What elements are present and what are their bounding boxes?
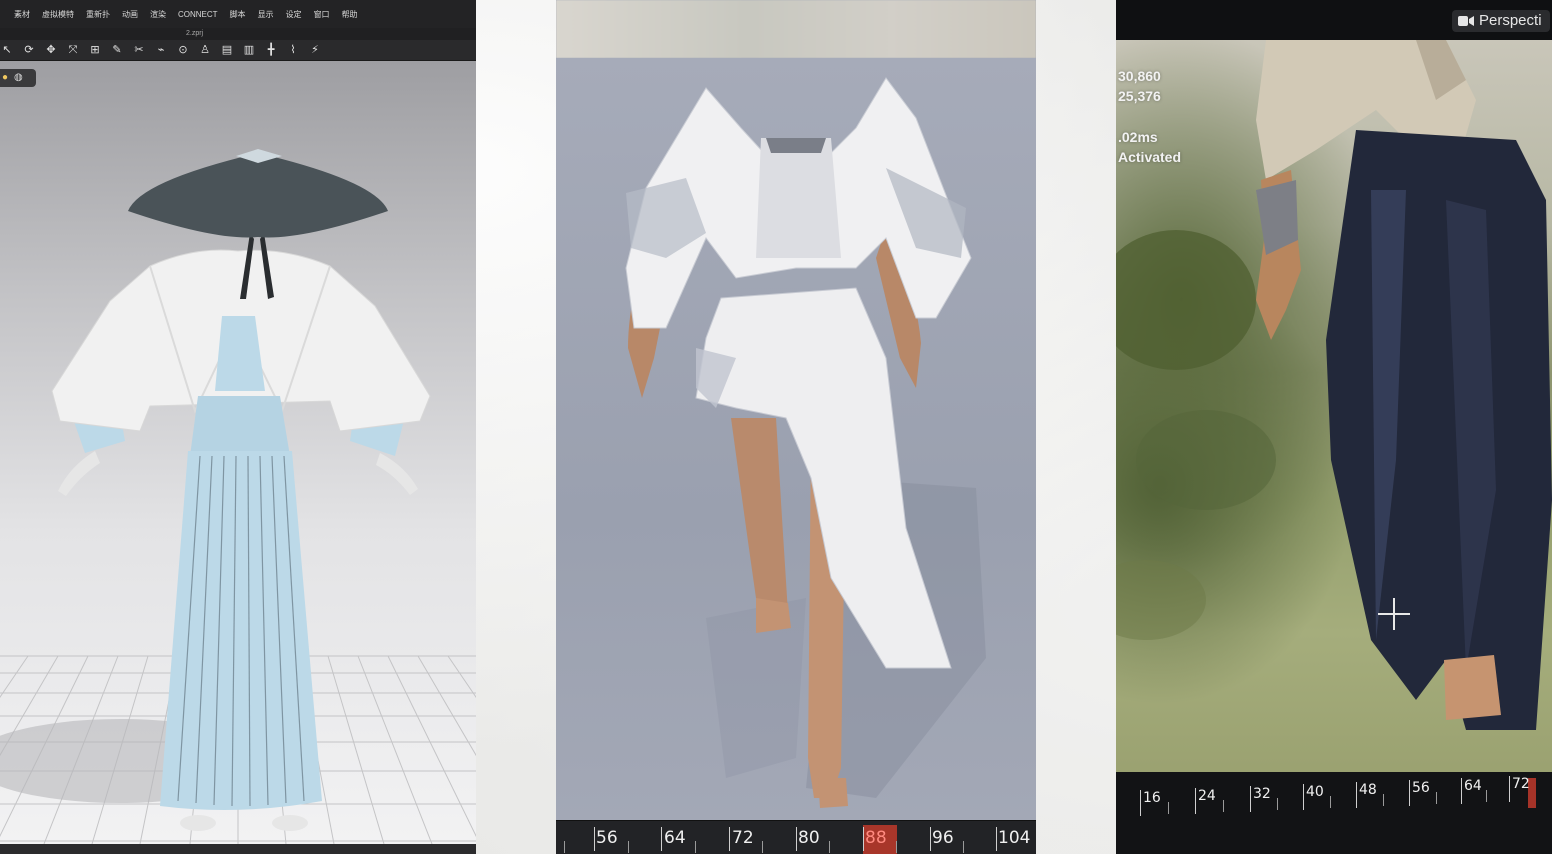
tick-minor — [963, 841, 964, 853]
fold-icon[interactable]: ⌁ — [154, 43, 168, 57]
view-mode-label: Perspecti — [1479, 12, 1542, 29]
timeline-label: 104 — [998, 828, 1031, 848]
tick-minor — [1436, 792, 1437, 804]
stat-line: .02ms — [1118, 129, 1158, 145]
move-icon[interactable]: ✥ — [44, 43, 58, 57]
view-mode-button[interactable]: Perspecti — [1452, 10, 1550, 32]
sim-timeline[interactable]: 56 64 72 80 88 96 104 — [556, 820, 1036, 854]
sim-scene[interactable] — [556, 58, 1036, 820]
viewport-toolbar: ● ◍ — [0, 69, 36, 87]
cloth-simulation-viewport: 56 64 72 80 88 96 104 — [556, 0, 1036, 854]
ar-capture-view: Perspecti 30,860 25,376 .02ms Activated … — [1116, 0, 1552, 854]
timeline-label: 56 — [1412, 780, 1430, 796]
tick-minor — [1330, 796, 1331, 808]
layout-icon[interactable]: ▥ — [242, 43, 256, 57]
tick-minor — [695, 841, 696, 853]
stat-line: Activated — [1118, 149, 1182, 165]
timeline-label: 72 — [732, 828, 754, 848]
timeline-label: 64 — [664, 828, 686, 848]
ar-scene[interactable] — [1116, 40, 1552, 780]
editor-menubar: 素材 虚拟模特 重新扑 动画 渲染 CONNECT 脚本 显示 设定 窗口 帮助 — [0, 0, 476, 28]
hakama-figure — [1116, 40, 1552, 730]
tick-minor — [1486, 790, 1487, 802]
garment-editor-window: 素材 虚拟模特 重新扑 动画 渲染 CONNECT 脚本 显示 设定 窗口 帮助… — [0, 0, 476, 854]
timeline-label-current: 88 — [865, 828, 887, 848]
3d-viewport[interactable]: ● ◍ — [0, 61, 476, 844]
ar-timeline[interactable]: 16 24 32 40 48 56 64 72 — [1116, 772, 1552, 854]
timeline-label: 40 — [1306, 784, 1324, 800]
menu-item-retopo[interactable]: 重新扑 — [80, 9, 116, 20]
tick-major — [796, 827, 797, 851]
ar-stats-overlay: 30,860 25,376 .02ms Activated — [1118, 66, 1181, 167]
avatar-light-icon[interactable]: ● — [2, 72, 8, 84]
menu-item-animation[interactable]: 动画 — [116, 9, 144, 20]
blurred-header — [556, 0, 1036, 58]
tick-major — [729, 827, 730, 851]
timeline-label: 96 — [932, 828, 954, 848]
segment-icon[interactable]: ▤ — [220, 43, 234, 57]
tick-major — [1250, 786, 1251, 812]
stat-line: 25,376 — [1118, 88, 1161, 104]
transform-icon[interactable]: ⤧ — [66, 43, 80, 57]
tick-major — [1195, 788, 1196, 814]
simulate-icon[interactable]: ⚡ — [308, 43, 322, 57]
timeline-label: 16 — [1143, 790, 1161, 806]
rotate-icon[interactable]: ⟳ — [22, 43, 36, 57]
tick-major — [1509, 776, 1510, 802]
walking-figure — [625, 77, 986, 808]
tick-major — [930, 827, 931, 851]
timeline-label: 56 — [596, 828, 618, 848]
tick-minor — [1223, 800, 1224, 812]
tick-major — [863, 827, 864, 851]
editor-status-strip — [0, 844, 476, 854]
tick-minor — [829, 841, 830, 853]
file-title: 2.zprj — [0, 28, 476, 40]
select-icon[interactable]: ↖ — [0, 43, 14, 57]
tick-minor — [896, 841, 897, 853]
editor-toolbar: ↖ ⟳ ✥ ⤧ ⊞ ✎ ✂ ⌁ ⊙ ♙ ▤ ▥ ╋ ⌇ ⚡ — [0, 40, 476, 61]
timeline-label: 64 — [1464, 778, 1482, 794]
avatar-icon[interactable]: ♙ — [198, 43, 212, 57]
camera-icon — [1458, 16, 1474, 26]
menu-item-help[interactable]: 帮助 — [336, 9, 364, 20]
tick-minor — [628, 841, 629, 853]
pin-icon[interactable]: ⊙ — [176, 43, 190, 57]
edit-pattern-icon[interactable]: ✎ — [110, 43, 124, 57]
tick-major — [1356, 782, 1357, 808]
render-sphere-icon[interactable]: ◍ — [14, 72, 23, 84]
tick-minor — [1383, 794, 1384, 806]
menu-item-render[interactable]: 渲染 — [144, 9, 172, 20]
stat-line: 30,860 — [1118, 68, 1161, 84]
tick-major — [594, 827, 595, 851]
tack-icon[interactable]: ⌇ — [286, 43, 300, 57]
avatar-scene — [0, 149, 476, 844]
stat-line — [1118, 106, 1181, 127]
timeline-label: 24 — [1198, 788, 1216, 804]
tick-minor — [1277, 798, 1278, 810]
tick-minor — [564, 841, 565, 853]
tick-major — [1140, 790, 1141, 816]
tick-minor — [762, 841, 763, 853]
grid-icon[interactable]: ⊞ — [88, 43, 102, 57]
menu-item-display[interactable]: 显示 — [252, 9, 280, 20]
menu-item-avatar[interactable]: 虚拟模特 — [36, 9, 80, 20]
tick-major — [1303, 784, 1304, 810]
menu-item-settings[interactable]: 设定 — [280, 9, 308, 20]
timeline-label: 80 — [798, 828, 820, 848]
menu-item-window[interactable]: 窗口 — [308, 9, 336, 20]
tick-major — [1409, 780, 1410, 806]
sewing-icon[interactable]: ✂ — [132, 43, 146, 57]
tick-major — [996, 827, 997, 851]
timeline-label: 48 — [1359, 782, 1377, 798]
menu-item-materials[interactable]: 素材 — [8, 9, 36, 20]
tick-major — [1461, 778, 1462, 804]
menu-item-connect[interactable]: CONNECT — [172, 10, 224, 19]
arrange-icon[interactable]: ╋ — [264, 43, 278, 57]
menu-item-script[interactable]: 脚本 — [224, 9, 252, 20]
ar-top-bar: Perspecti — [1116, 0, 1552, 40]
timeline-label-current: 72 — [1512, 776, 1530, 792]
timeline-label: 32 — [1253, 786, 1271, 802]
tick-minor — [1168, 802, 1169, 814]
tick-major — [661, 827, 662, 851]
